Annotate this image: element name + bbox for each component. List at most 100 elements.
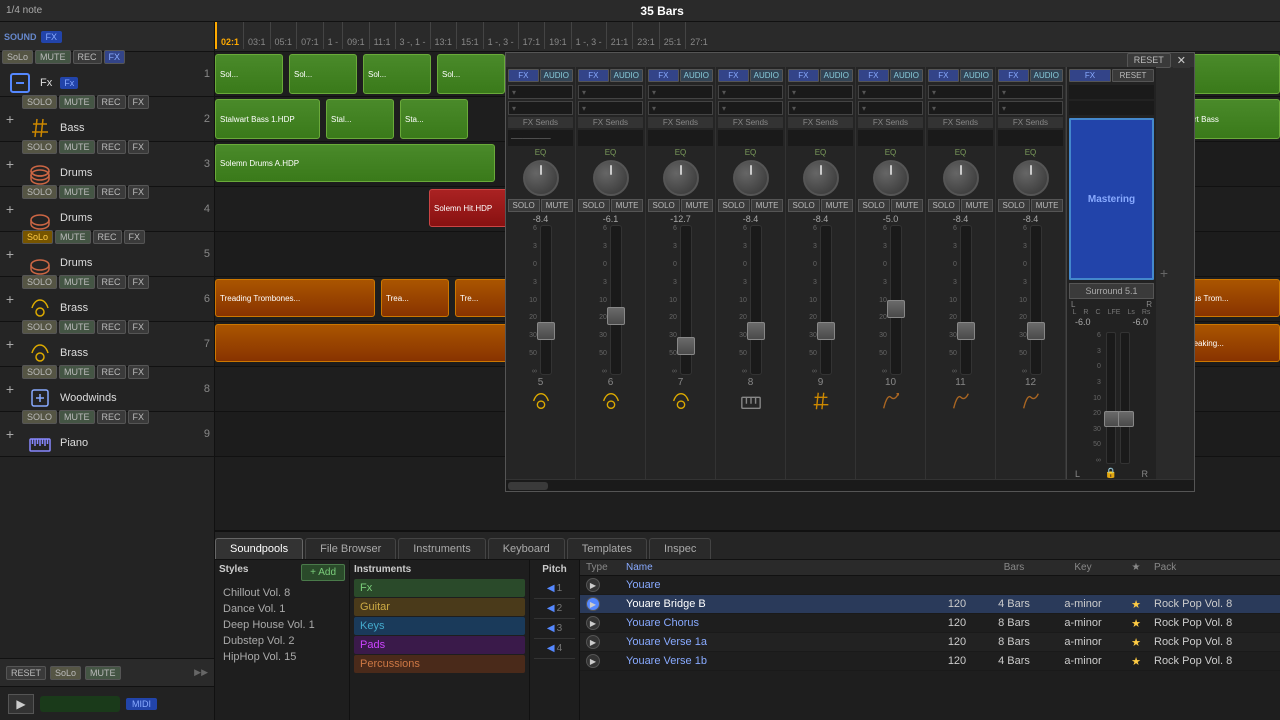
ch5-fader-handle[interactable] bbox=[537, 322, 555, 340]
tab-keyboard[interactable]: Keyboard bbox=[488, 538, 565, 559]
track-4-add[interactable]: + bbox=[0, 201, 20, 217]
reset-button[interactable]: RESET bbox=[6, 666, 46, 680]
ch8-audio-btn[interactable]: AUDIO bbox=[750, 69, 783, 82]
pitch-play-2[interactable]: ◀ bbox=[547, 603, 555, 614]
track-5-rec[interactable]: REC bbox=[93, 230, 122, 244]
track-2-fx[interactable]: FX bbox=[128, 95, 150, 109]
ch6-dropdown[interactable]: ▾ bbox=[578, 85, 643, 99]
ch10-dropdown2[interactable]: ▾ bbox=[858, 101, 923, 115]
global-mute[interactable]: MUTE bbox=[85, 666, 121, 680]
track-9-mute[interactable]: MUTE bbox=[59, 410, 95, 424]
ch5-mute-btn[interactable]: MUTE bbox=[541, 199, 574, 212]
content-row-2[interactable]: ▶ Youare Bridge B 120 4 Bars a-minor ★ R… bbox=[580, 595, 1280, 614]
add-channel-btn[interactable]: + bbox=[1156, 67, 1172, 479]
track-8-fx[interactable]: FX bbox=[128, 365, 150, 379]
clip-1-4[interactable]: Sol... bbox=[437, 54, 505, 94]
clip-6-2[interactable]: Trea... bbox=[381, 279, 449, 317]
mixer-scrollbar[interactable] bbox=[506, 479, 1194, 491]
track-8-rec[interactable]: REC bbox=[97, 365, 126, 379]
ch11-mute-btn[interactable]: MUTE bbox=[961, 199, 994, 212]
ch5-dropdown2[interactable]: ▾ bbox=[508, 101, 573, 115]
track-8-mute[interactable]: MUTE bbox=[59, 365, 95, 379]
ch11-knob[interactable] bbox=[943, 160, 979, 196]
ch11-dropdown2[interactable]: ▾ bbox=[928, 101, 993, 115]
clip-1-3[interactable]: Sol... bbox=[363, 54, 431, 94]
track-7-add[interactable]: + bbox=[0, 336, 20, 352]
track-5-mute[interactable]: MUTE bbox=[55, 230, 91, 244]
ch5-knob[interactable] bbox=[523, 160, 559, 196]
instr-item-guitar[interactable]: Guitar bbox=[354, 598, 525, 616]
ch6-mute-btn[interactable]: MUTE bbox=[611, 199, 644, 212]
style-item-1[interactable]: Chillout Vol. 8 bbox=[219, 585, 345, 601]
track-6-fx[interactable]: FX bbox=[128, 275, 150, 289]
track-7-rec[interactable]: REC bbox=[97, 320, 126, 334]
ch10-fx-btn[interactable]: FX bbox=[858, 69, 889, 82]
ch9-dropdown[interactable]: ▾ bbox=[788, 85, 853, 99]
content-row-3[interactable]: ▶ Youare Chorus 120 8 Bars a-minor ★ Roc… bbox=[580, 614, 1280, 633]
ch9-solo-btn[interactable]: SOLO bbox=[788, 199, 820, 212]
ch7-knob[interactable] bbox=[663, 160, 699, 196]
content-row-4[interactable]: ▶ Youare Verse 1a 120 8 Bars a-minor ★ R… bbox=[580, 633, 1280, 652]
row4-play[interactable]: ▶ bbox=[586, 635, 600, 649]
ch9-audio-btn[interactable]: AUDIO bbox=[820, 69, 853, 82]
ch7-fx-btn[interactable]: FX bbox=[648, 69, 679, 82]
ch7-solo-btn[interactable]: SOLO bbox=[648, 199, 680, 212]
ch8-fx-btn[interactable]: FX bbox=[718, 69, 749, 82]
tab-file-browser[interactable]: File Browser bbox=[305, 538, 396, 559]
track-7-mute[interactable]: MUTE bbox=[59, 320, 95, 334]
tab-instruments[interactable]: Instruments bbox=[398, 538, 485, 559]
ch7-mute-btn[interactable]: MUTE bbox=[681, 199, 714, 212]
track-3-solo[interactable]: SOLO bbox=[22, 140, 57, 154]
track-6-rec[interactable]: REC bbox=[97, 275, 126, 289]
ch7-dropdown[interactable]: ▾ bbox=[648, 85, 713, 99]
mixer-reset-btn[interactable]: RESET bbox=[1127, 53, 1171, 68]
master-dropdown2[interactable] bbox=[1069, 101, 1154, 115]
ch7-audio-btn[interactable]: AUDIO bbox=[680, 69, 713, 82]
instr-item-keys[interactable]: Keys bbox=[354, 617, 525, 635]
clip-3-1[interactable]: Solemn Drums A.HDP bbox=[215, 144, 495, 182]
ch12-dropdown[interactable]: ▾ bbox=[998, 85, 1063, 99]
row2-play[interactable]: ▶ bbox=[586, 597, 600, 611]
tab-templates[interactable]: Templates bbox=[567, 538, 647, 559]
track-7-fx[interactable]: FX bbox=[128, 320, 150, 334]
track-2-add[interactable]: + bbox=[0, 111, 20, 127]
track-5-fx[interactable]: FX bbox=[124, 230, 146, 244]
ch7-fader-handle[interactable] bbox=[677, 337, 695, 355]
ch10-solo-btn[interactable]: SOLO bbox=[858, 199, 890, 212]
clip-1-2[interactable]: Sol... bbox=[289, 54, 357, 94]
ch10-audio-btn[interactable]: AUDIO bbox=[890, 69, 923, 82]
ch10-dropdown[interactable]: ▾ bbox=[858, 85, 923, 99]
pitch-play-4[interactable]: ◀ bbox=[547, 643, 555, 654]
row1-play[interactable]: ▶ bbox=[586, 578, 600, 592]
tab-inspector[interactable]: Inspec bbox=[649, 538, 711, 559]
track-2-rec[interactable]: REC bbox=[97, 95, 126, 109]
ch6-dropdown2[interactable]: ▾ bbox=[578, 101, 643, 115]
track-7-solo[interactable]: SOLO bbox=[22, 320, 57, 334]
ch8-knob[interactable] bbox=[733, 160, 769, 196]
ch11-solo-btn[interactable]: SOLO bbox=[928, 199, 960, 212]
ch9-mute-btn[interactable]: MUTE bbox=[821, 199, 854, 212]
track-6-add[interactable]: + bbox=[0, 291, 20, 307]
content-row-5[interactable]: ▶ Youare Verse 1b 120 4 Bars a-minor ★ R… bbox=[580, 652, 1280, 671]
clip-2-1[interactable]: Stalwart Bass 1.HDP bbox=[215, 99, 320, 139]
style-item-5[interactable]: HipHop Vol. 15 bbox=[219, 649, 345, 665]
track-4-fx[interactable]: FX bbox=[128, 185, 150, 199]
track-9-solo[interactable]: SOLO bbox=[22, 410, 57, 424]
track-2-mute[interactable]: MUTE bbox=[59, 95, 95, 109]
ch11-fx-btn[interactable]: FX bbox=[928, 69, 959, 82]
content-row-1[interactable]: ▶ Youare bbox=[580, 576, 1280, 595]
ch10-fader-handle[interactable] bbox=[887, 300, 905, 318]
ch9-knob[interactable] bbox=[803, 160, 839, 196]
track-6-mute[interactable]: MUTE bbox=[59, 275, 95, 289]
row5-play[interactable]: ▶ bbox=[586, 654, 600, 668]
ch8-fader-handle[interactable] bbox=[747, 322, 765, 340]
track-4-solo[interactable]: SOLO bbox=[22, 185, 57, 199]
ch12-dropdown2[interactable]: ▾ bbox=[998, 101, 1063, 115]
track-2-solo[interactable]: SOLO bbox=[22, 95, 57, 109]
instr-item-pads[interactable]: Pads bbox=[354, 636, 525, 654]
master-dropdown1[interactable] bbox=[1069, 85, 1154, 99]
row3-play[interactable]: ▶ bbox=[586, 616, 600, 630]
clip-6-1[interactable]: Treading Trombones... bbox=[215, 279, 375, 317]
ch5-fx-btn[interactable]: FX bbox=[508, 69, 539, 82]
ch7-dropdown2[interactable]: ▾ bbox=[648, 101, 713, 115]
